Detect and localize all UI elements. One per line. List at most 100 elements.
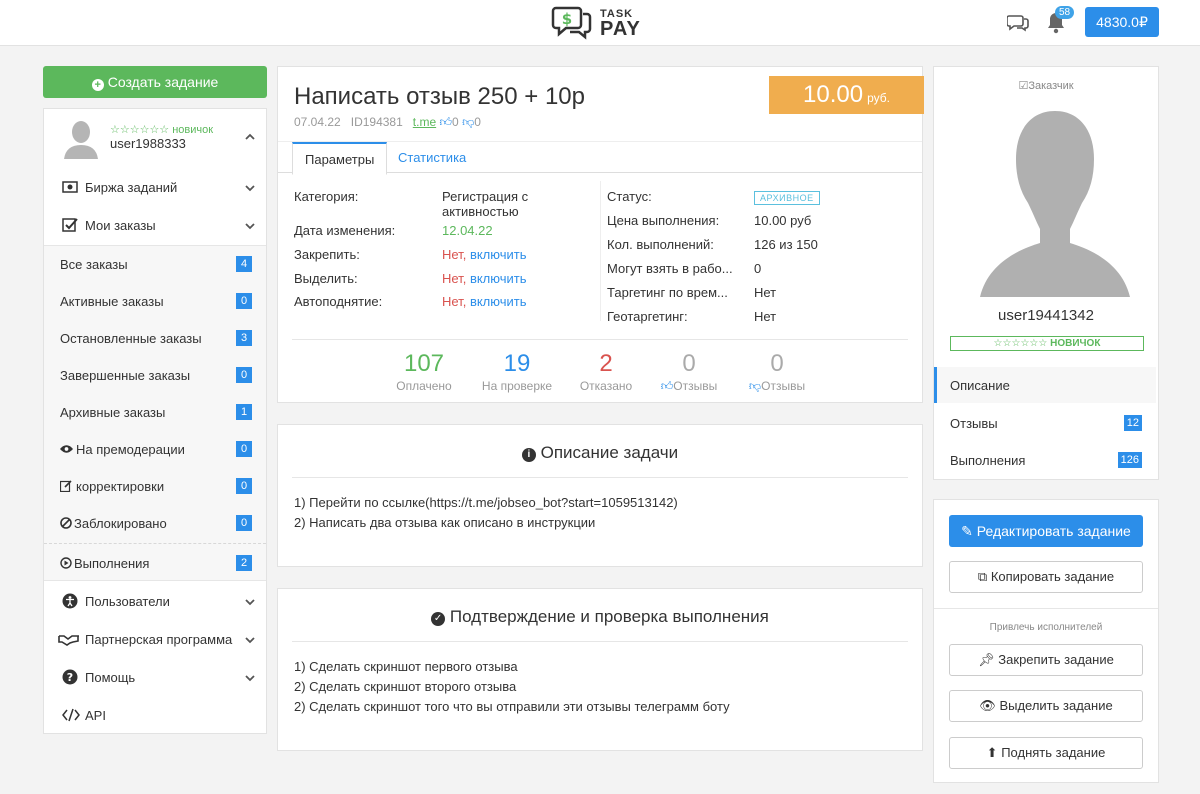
create-task-button[interactable]: + Создать задание [43, 66, 267, 98]
sidebar-item-archived-orders[interactable]: Архивные заказы 1 [44, 394, 266, 430]
sidebar-item-label: Все заказы [60, 257, 128, 272]
logo-text-bottom: PAY [600, 18, 641, 40]
count-badge: 4 [236, 256, 252, 272]
sidebar-item-label: Биржа заданий [85, 180, 178, 195]
sidebar-item-completed-orders[interactable]: Завершенные заказы 0 [44, 357, 266, 393]
param-value: 10.00 руб [754, 213, 812, 228]
sidebar: ☆☆☆☆☆☆ новичок user1988333 Биржа заданий… [43, 108, 267, 734]
param-value: Нет [754, 285, 777, 300]
task-title: Написать отзыв 250 + 10р [294, 83, 585, 110]
param-off: Нет, [442, 294, 467, 309]
stat-review-value: 19 [503, 350, 531, 377]
count-badge: 2 [236, 555, 252, 571]
tab-parameters[interactable]: Параметры [292, 142, 388, 175]
tab-owner-description[interactable]: Описание [934, 367, 1156, 403]
sidebar-item-label: Пользователи [85, 594, 170, 609]
param-value: 0 [754, 261, 762, 276]
task-date: 07.04.22 [294, 115, 341, 129]
sidebar-item-exchange[interactable]: Биржа заданий [44, 169, 266, 205]
description-text: 1) Перейти по ссылке(https://t.me/jobseo… [294, 493, 678, 533]
confirmation-card: ✓ Подтверждение и проверка выполнения 1)… [277, 588, 923, 751]
sidebar-item-partner[interactable]: Партнерская программа [44, 621, 266, 657]
sidebar-item-executions[interactable]: Выполнения 2 [44, 545, 266, 581]
price-value: 10.00 [803, 81, 864, 108]
exchange-icon [62, 181, 78, 193]
sidebar-item-label: На премодерации [76, 442, 185, 457]
tab-label: Отзывы [950, 416, 998, 431]
task-link[interactable]: t.me [413, 115, 436, 129]
count-badge: 0 [236, 441, 252, 457]
code-icon [62, 708, 80, 722]
create-task-label: Создать задание [107, 74, 219, 90]
accessibility-icon [62, 593, 78, 609]
user-block[interactable]: ☆☆☆☆☆☆ новичок user1988333 [44, 109, 266, 165]
count-badge: 12 [1123, 415, 1142, 431]
price-unit: руб. [867, 91, 890, 105]
sidebar-item-premoderation[interactable]: На премодерации 0 [44, 431, 266, 467]
sidebar-item-all-orders[interactable]: Все заказы 4 [44, 246, 266, 282]
sidebar-item-api[interactable]: API [44, 697, 266, 733]
param-label: Выделить: [294, 271, 358, 286]
count-badge: 0 [236, 515, 252, 531]
sidebar-item-label: Партнерская программа [85, 632, 233, 647]
eye-icon [60, 445, 73, 453]
owner-rank-badge: ☆☆☆☆☆☆ НОВИЧОК [950, 336, 1144, 351]
stat-negative-reviews-value: 0 [770, 350, 784, 377]
param-value: 12.04.22 [442, 223, 493, 238]
stat-paid-value: 107 [403, 350, 445, 377]
chevron-down-icon [245, 675, 255, 682]
thumbs-up-icon[interactable]: 👍︎ [439, 115, 452, 129]
param-value: 126 из 150 [754, 237, 818, 252]
sidebar-item-corrections[interactable]: корректировки 0 [44, 468, 266, 504]
owner-name[interactable]: user19441342 [934, 307, 1158, 324]
orders-submenu: Все заказы 4 Активные заказы 0 Остановле… [44, 245, 266, 581]
logo[interactable]: $ TASK PAY [550, 4, 650, 42]
copy-task-button[interactable]: ⧉ Копировать задание [949, 561, 1143, 593]
chat-icon[interactable] [1007, 12, 1029, 32]
stat-review-label: На проверке [481, 379, 553, 393]
sidebar-item-my-orders[interactable]: Мои заказы [44, 207, 266, 243]
param-label: Кол. выполнений: [607, 237, 714, 252]
check-circle-icon: ✓ [431, 612, 446, 626]
sidebar-item-stopped-orders[interactable]: Остановленные заказы 3 [44, 320, 266, 356]
count-badge: 3 [236, 330, 252, 346]
enable-pin-link[interactable]: включить [470, 247, 527, 262]
pin-icon: 📌︎ [978, 652, 995, 667]
highlight-task-button[interactable]: 👁︎ Выделить задание [949, 690, 1143, 722]
chevron-down-icon [245, 637, 255, 644]
user-name: user1988333 [110, 136, 186, 151]
tab-owner-executions[interactable]: Выполнения 126 [934, 442, 1156, 478]
stat-rejected-label: Отказано [579, 379, 633, 393]
actions-card: ✎ Редактировать задание ⧉ Копировать зад… [933, 499, 1159, 783]
ban-icon [60, 517, 72, 529]
sidebar-item-blocked[interactable]: Заблокировано 0 [44, 505, 266, 541]
param-label: Цена выполнения: [607, 213, 720, 228]
description-card: i Описание задачи 1) Перейти по ссылке(h… [277, 424, 923, 567]
sidebar-item-label: Остановленные заказы [60, 331, 202, 346]
sidebar-item-users[interactable]: Пользователи [44, 583, 266, 619]
plus-icon: + [91, 79, 104, 91]
pin-task-button[interactable]: 📌︎ Закрепить задание [949, 644, 1143, 676]
stat-rejected-value: 2 [599, 350, 613, 377]
sidebar-item-active-orders[interactable]: Активные заказы 0 [44, 283, 266, 319]
confirmation-line: 2) Сделать скриншот второго отзыва [294, 679, 517, 694]
enable-highlight-link[interactable]: включить [470, 271, 527, 286]
task-meta: 07.04.22 ID194381 t.me 👍︎0 👎︎0 [294, 115, 481, 130]
param-label: Таргетинг по врем... [607, 285, 728, 300]
param-label: Категория: [294, 189, 359, 204]
task-id: ID194381 [350, 115, 403, 129]
sidebar-item-label: Архивные заказы [60, 405, 166, 420]
copy-icon: ⧉ [977, 569, 988, 584]
tab-owner-reviews[interactable]: Отзывы 12 [934, 405, 1156, 441]
param-label: Дата изменения: [294, 223, 396, 238]
divider [934, 608, 1158, 609]
chevron-up-icon[interactable] [244, 131, 256, 143]
enable-autoraise-link[interactable]: включить [470, 294, 527, 309]
tab-statistics[interactable]: Статистика [398, 142, 466, 174]
raise-task-button[interactable]: ⬆ Поднять задание [949, 737, 1143, 769]
edit-task-button[interactable]: ✎ Редактировать задание [949, 515, 1143, 547]
eye-icon: 👁︎ [979, 698, 996, 713]
thumbs-down-icon[interactable]: 👎︎ [462, 115, 474, 129]
sidebar-item-help[interactable]: ? Помощь [44, 659, 266, 695]
balance-button[interactable]: 4830.0₽ [1085, 7, 1159, 37]
